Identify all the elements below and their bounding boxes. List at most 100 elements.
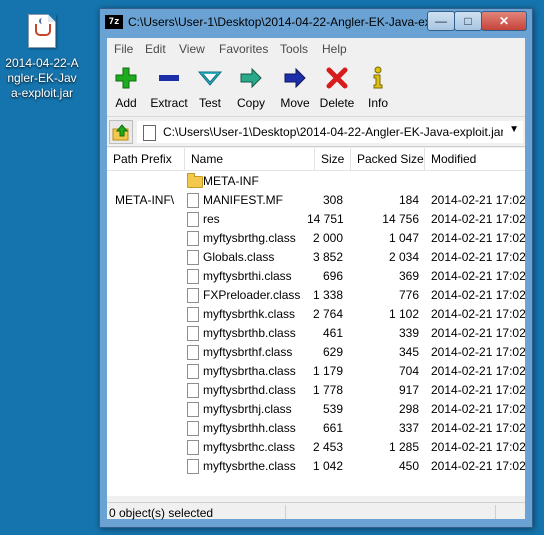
- menu-file[interactable]: File: [114, 42, 133, 56]
- name-cell: myftysbrthf.class: [203, 345, 293, 359]
- menu-view[interactable]: View: [179, 42, 205, 56]
- menu-edit[interactable]: Edit: [145, 42, 166, 56]
- table-row[interactable]: myftysbrthj.class 539 298 2014-02-21 17:02: [107, 400, 525, 419]
- size-cell: 308: [322, 193, 343, 207]
- table-row[interactable]: myftysbrthi.class 696 369 2014-02-21 17:02: [107, 267, 525, 286]
- extract-button[interactable]: Extract: [147, 62, 191, 112]
- file-icon: [187, 269, 199, 284]
- size-cell: 2 000: [312, 231, 343, 245]
- add-button[interactable]: Add: [111, 62, 141, 112]
- address-field[interactable]: C:\Users\User-1\Desktop\2014-04-22-Angle…: [137, 121, 523, 143]
- table-row[interactable]: myftysbrthc.class 2 453 1 285 2014-02-21 17…: [107, 438, 525, 457]
- packed-size-cell: 450: [398, 459, 419, 473]
- table-row[interactable]: myftysbrtha.class 1 179 704 2014-02-21 17:0…: [107, 362, 525, 381]
- name-cell: myftysbrthi.class: [203, 269, 292, 283]
- file-icon: [143, 125, 156, 141]
- list-header: Path Prefix Name Size Packed Size Modifi…: [107, 148, 525, 171]
- selection-status: 0 object(s) selected: [109, 506, 214, 520]
- packed-size-cell: 184: [398, 193, 419, 207]
- delete-label: Delete: [319, 96, 355, 110]
- table-row[interactable]: myftysbrthk.class 2 764 1 102 2014-02-21 17…: [107, 305, 525, 324]
- modified-cell: 2014-02-21 17:02: [431, 440, 525, 454]
- extract-label: Extract: [150, 96, 188, 110]
- toolbar: Add Extract Test Copy Move Delete Info: [107, 60, 525, 117]
- packed-size-cell: 369: [398, 269, 419, 283]
- table-row[interactable]: myftysbrthe.class 1 042 450 2014-02-21 17:0…: [107, 457, 525, 476]
- modified-cell: 2014-02-21 17:02: [431, 231, 525, 245]
- status-bar: 0 object(s) selected: [107, 502, 525, 520]
- modified-cell: 2014-02-21 17:02: [431, 307, 525, 321]
- file-icon: [187, 421, 199, 436]
- file-icon: [187, 288, 199, 303]
- col-size[interactable]: Size: [315, 148, 351, 170]
- packed-size-cell: 1 047: [388, 231, 419, 245]
- size-cell: 3 852: [312, 250, 343, 264]
- name-cell: myftysbrthe.class: [203, 459, 296, 473]
- window-client-area: File Edit View Favorites Tools Help Add …: [107, 38, 525, 520]
- table-row[interactable]: META-INF: [107, 172, 525, 191]
- move-button[interactable]: Move: [278, 62, 312, 112]
- table-row[interactable]: myftysbrthb.class 461 339 2014-02-21 17:02: [107, 324, 525, 343]
- menu-favorites[interactable]: Favorites: [219, 42, 268, 56]
- col-name[interactable]: Name: [185, 148, 315, 170]
- modified-cell: 2014-02-21 17:02: [431, 326, 525, 340]
- chevron-down-icon[interactable]: ▼: [509, 124, 519, 135]
- maximize-button[interactable]: □: [454, 11, 482, 31]
- copy-button[interactable]: Copy: [234, 62, 268, 112]
- desktop-jar-icon[interactable]: 2014-04-22-Angler-EK-Java-exploit.jar: [2, 10, 82, 101]
- table-row[interactable]: myftysbrthg.class 2 000 1 047 2014-02-21 17…: [107, 229, 525, 248]
- menu-help[interactable]: Help: [322, 42, 347, 56]
- status-divider: [285, 505, 286, 519]
- modified-cell: 2014-02-21 17:02: [431, 364, 525, 378]
- info-button[interactable]: Info: [365, 62, 391, 112]
- menu-tools[interactable]: Tools: [280, 42, 308, 56]
- table-row[interactable]: META-INF\ MANIFEST.MF 308 184 2014-02-21 17:…: [107, 191, 525, 210]
- packed-size-cell: 2 034: [388, 250, 419, 264]
- name-cell: META-INF: [203, 174, 259, 188]
- modified-cell: 2014-02-21 17:02: [431, 345, 525, 359]
- packed-size-cell: 917: [398, 383, 419, 397]
- col-path-prefix[interactable]: Path Prefix: [107, 148, 185, 170]
- up-folder-button[interactable]: [109, 120, 133, 144]
- packed-size-cell: 14 756: [382, 212, 419, 226]
- folder-icon: [187, 173, 203, 188]
- table-row[interactable]: myftysbrthh.class 661 337 2014-02-21 17:02: [107, 419, 525, 438]
- close-button[interactable]: ✕: [481, 11, 527, 31]
- modified-cell: 2014-02-21 17:02: [431, 212, 525, 226]
- check-icon: [198, 71, 222, 86]
- window-title: C:\Users\User-1\Desktop\2014-04-22-Angle…: [128, 15, 428, 29]
- size-cell: 1 778: [312, 383, 343, 397]
- packed-size-cell: 776: [398, 288, 419, 302]
- copy-arrow-icon: [240, 67, 262, 89]
- status-divider: [495, 505, 496, 519]
- delete-x-icon: [326, 67, 348, 89]
- table-row[interactable]: myftysbrthd.class 1 778 917 2014-02-21 17:0…: [107, 381, 525, 400]
- col-packed-size[interactable]: Packed Size: [351, 148, 425, 170]
- test-label: Test: [198, 96, 221, 110]
- file-icon: [187, 212, 199, 227]
- col-modified[interactable]: Modified: [425, 148, 525, 170]
- table-row[interactable]: FXPreloader.class 1 338 776 2014-02-21 17:0…: [107, 286, 525, 305]
- size-cell: 539: [322, 402, 343, 416]
- minimize-button[interactable]: —: [427, 11, 455, 31]
- add-label: Add: [115, 96, 137, 110]
- table-row[interactable]: myftysbrthf.class 629 345 2014-02-21 17:02: [107, 343, 525, 362]
- file-icon: [187, 307, 199, 322]
- test-button[interactable]: Test: [195, 62, 225, 112]
- file-icon: [187, 231, 199, 246]
- name-cell: myftysbrthc.class: [203, 440, 296, 454]
- modified-cell: 2014-02-21 17:02: [431, 288, 525, 302]
- name-cell: myftysbrtha.class: [203, 364, 296, 378]
- title-bar[interactable]: 7z C:\Users\User-1\Desktop\2014-04-22-An…: [100, 9, 532, 37]
- table-row[interactable]: res 14 751 14 756 2014-02-21 17:02: [107, 210, 525, 229]
- move-arrow-icon: [284, 67, 306, 89]
- delete-button[interactable]: Delete: [317, 62, 357, 112]
- modified-cell: 2014-02-21 17:02: [431, 250, 525, 264]
- file-icon: [187, 193, 199, 208]
- name-cell: myftysbrthg.class: [203, 231, 296, 245]
- file-icon: [187, 440, 199, 455]
- size-cell: 629: [322, 345, 343, 359]
- file-icon: [187, 402, 199, 417]
- table-row[interactable]: Globals.class 3 852 2 034 2014-02-21 17:02: [107, 248, 525, 267]
- java-jar-icon: [28, 14, 56, 48]
